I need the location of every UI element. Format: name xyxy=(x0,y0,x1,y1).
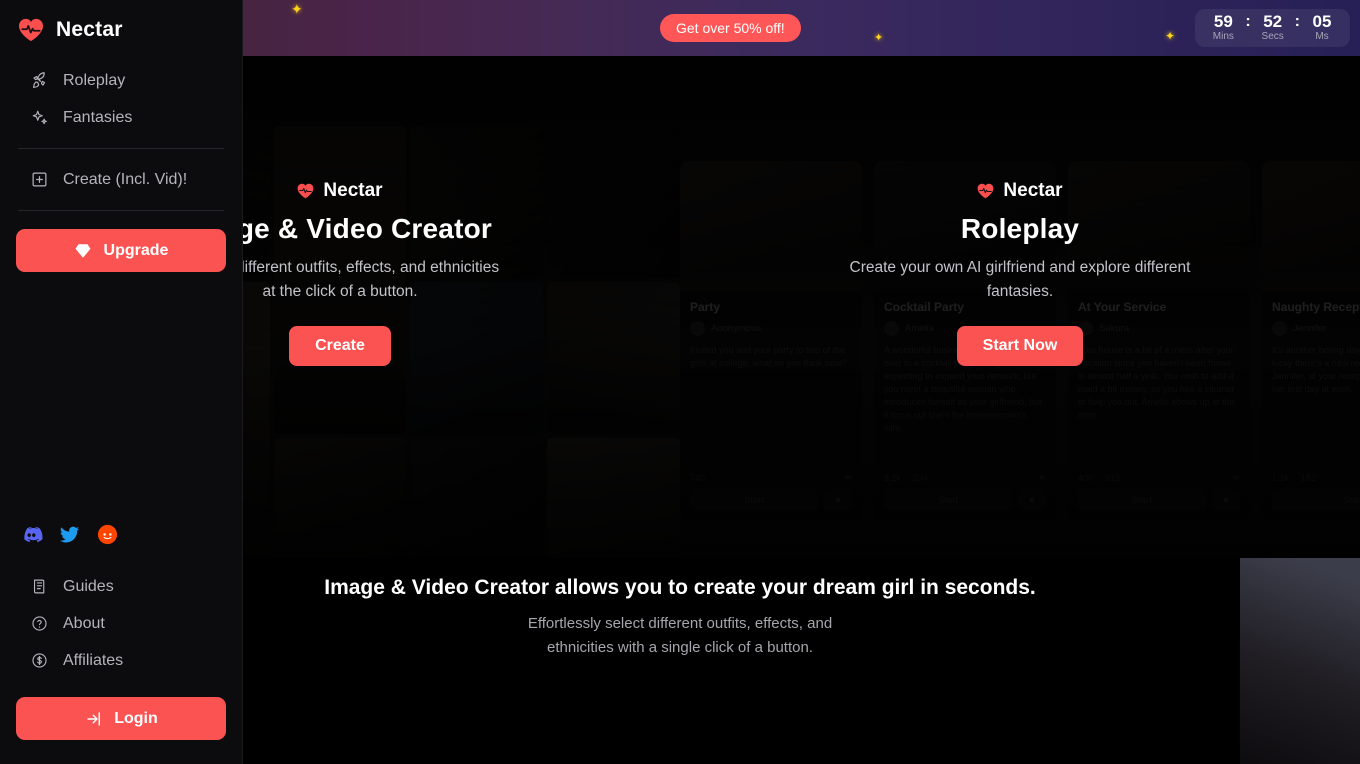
sidebar-primary-nav: Roleplay Fantasies xyxy=(0,62,242,136)
sparkle-icon: ✦ xyxy=(874,32,884,44)
timer-minutes: 59 Mins xyxy=(1207,12,1239,43)
timer-seconds-value: 52 xyxy=(1263,12,1283,31)
timer-seconds: 52 Secs xyxy=(1257,12,1289,43)
sidebar-item-roleplay[interactable]: Roleplay xyxy=(0,62,242,99)
heart-pulse-icon xyxy=(978,183,994,199)
sidebar-item-label: Affiliates xyxy=(63,651,124,669)
sidebar-item-create[interactable]: Create (Incl. Vid)! xyxy=(0,161,242,198)
upgrade-button-label: Upgrade xyxy=(103,241,169,259)
sidebar-divider xyxy=(18,210,224,211)
sparkle-icon: ✦ xyxy=(1165,29,1176,43)
sidebar-socials xyxy=(0,523,242,546)
timer-separator: : xyxy=(1294,13,1300,30)
hero-brand-label: Nectar xyxy=(323,180,383,201)
hero-content-right: Nectar Roleplay Create your own AI girlf… xyxy=(680,180,1360,366)
sidebar-item-label: About xyxy=(63,614,105,632)
twitter-icon[interactable] xyxy=(58,523,81,546)
login-button-label: Login xyxy=(114,709,158,727)
hero-subtitle-right: Create your own AI girlfriend and explor… xyxy=(849,259,1191,300)
plus-square-icon xyxy=(30,170,49,189)
hero-brand-label: Nectar xyxy=(1003,180,1063,201)
sidebar-divider xyxy=(18,148,224,149)
app-root: Nectar Image & Video Creator kly pick di… xyxy=(0,0,1360,764)
sidebar-item-label: Fantasies xyxy=(63,108,133,126)
sidebar-item-label: Create (Incl. Vid)! xyxy=(63,170,188,188)
promo-cta-button[interactable]: Get over 50% off! xyxy=(660,14,801,42)
heart-pulse-icon xyxy=(19,18,43,42)
sidebar: Nectar Roleplay Fantasies Create (Incl. … xyxy=(0,0,243,764)
book-icon xyxy=(30,577,49,596)
dollar-circle-icon xyxy=(30,651,49,670)
timer-seconds-label: Secs xyxy=(1261,31,1284,42)
sidebar-footer-nav: Guides About Affiliates xyxy=(0,568,242,689)
diamond-icon xyxy=(74,241,93,260)
hero-brand-right: Nectar xyxy=(977,180,1063,202)
sidebar-item-guides[interactable]: Guides xyxy=(0,568,242,605)
sidebar-item-affiliates[interactable]: Affiliates xyxy=(0,642,242,679)
start-now-button[interactable]: Start Now xyxy=(956,326,1084,366)
login-button[interactable]: Login xyxy=(16,697,226,740)
create-button[interactable]: Create xyxy=(289,326,391,366)
countdown-timer: 59 Mins : 52 Secs : 05 Ms xyxy=(1195,9,1350,47)
hero-title-right: Roleplay xyxy=(960,213,1080,244)
reddit-icon[interactable] xyxy=(96,523,119,546)
timer-minutes-value: 59 xyxy=(1213,12,1233,31)
sparkles-icon xyxy=(30,108,49,127)
sidebar-item-fantasies[interactable]: Fantasies xyxy=(0,99,242,136)
sidebar-item-about[interactable]: About xyxy=(0,605,242,642)
rocket-icon xyxy=(30,71,49,90)
heart-pulse-icon xyxy=(298,183,314,199)
hero-brand-left: Nectar xyxy=(297,180,383,202)
timer-ms-value: 05 xyxy=(1312,12,1332,31)
sidebar-item-label: Roleplay xyxy=(63,71,126,89)
login-arrow-icon xyxy=(84,709,103,728)
sparkle-icon: ✦ xyxy=(291,1,303,17)
timer-separator: : xyxy=(1245,13,1251,30)
question-circle-icon xyxy=(30,614,49,633)
sidebar-brand[interactable]: Nectar xyxy=(0,0,242,42)
upgrade-button[interactable]: Upgrade xyxy=(16,229,226,272)
discord-icon[interactable] xyxy=(20,523,43,546)
timer-minutes-label: Mins xyxy=(1212,31,1234,42)
sidebar-item-label: Guides xyxy=(63,577,114,595)
sidebar-brand-label: Nectar xyxy=(56,18,123,41)
timer-milliseconds: 05 Ms xyxy=(1306,12,1338,43)
hero-card-roleplay[interactable]: Party Anonymous Invited you and your par… xyxy=(680,56,1360,558)
timer-ms-label: Ms xyxy=(1315,31,1329,42)
